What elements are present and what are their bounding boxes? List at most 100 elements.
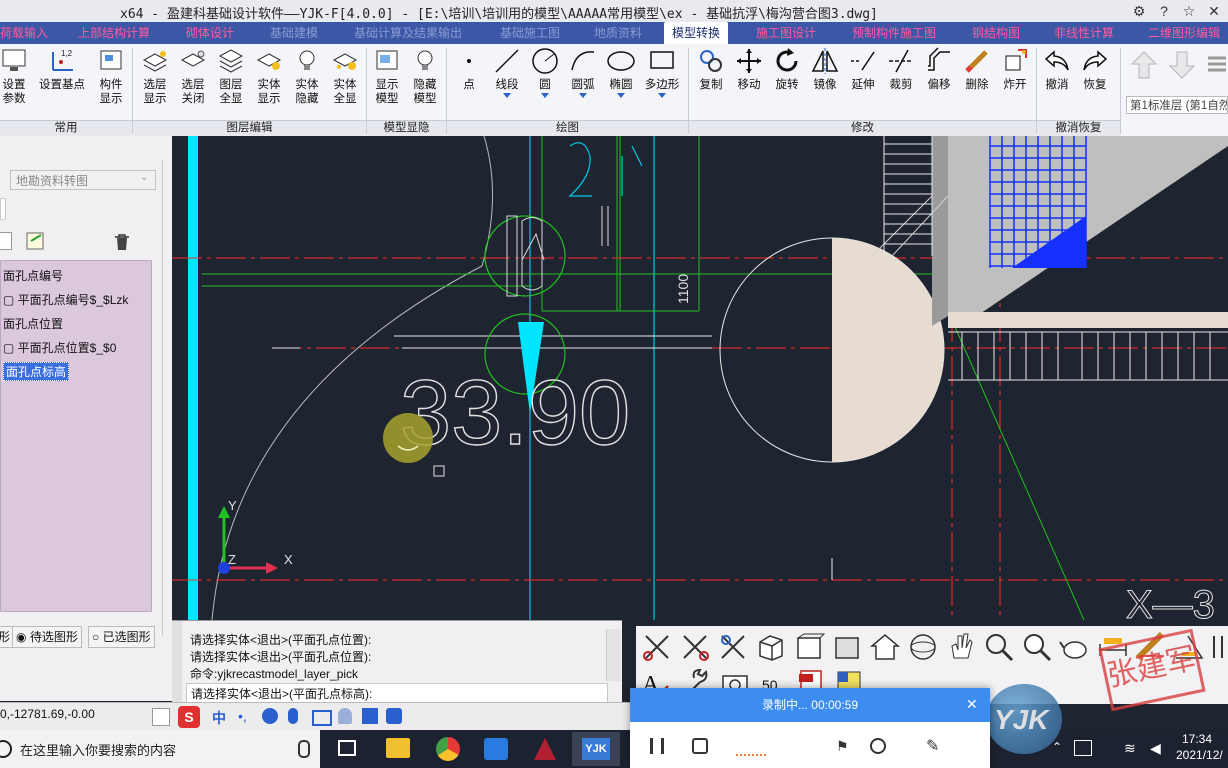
webcam-icon[interactable] <box>870 738 886 754</box>
ime-language[interactable]: 中 <box>212 708 226 728</box>
clock-date[interactable]: 2021/12/ <box>1176 748 1223 762</box>
copy-button[interactable]: 复制 <box>692 46 730 92</box>
radio-selected[interactable]: ○ 已选图形 <box>88 626 155 648</box>
chevron-down-icon[interactable]: ⌄ <box>140 172 148 183</box>
clock-time[interactable]: 17:34 <box>1182 732 1212 746</box>
layer-list[interactable]: 面孔点编号 ▢ 平面孔点编号$_$Lzk 面孔点位置 ▢ 平面孔点位置$_$0 … <box>0 260 152 612</box>
chevron-down-icon[interactable] <box>579 93 587 98</box>
ime-logo-icon[interactable]: S <box>178 706 200 728</box>
house-icon[interactable] <box>868 630 902 664</box>
help-icon[interactable]: ? <box>1155 2 1173 20</box>
skin-icon[interactable] <box>362 708 378 724</box>
floor-down-button[interactable] <box>1168 50 1196 80</box>
app-icon[interactable] <box>534 738 556 760</box>
tab-foundation-calc[interactable]: 基础计算及结果输出 <box>354 22 462 44</box>
set-base-point-button[interactable]: 1,2 设置基点 <box>36 46 88 92</box>
tab-load-input[interactable]: 荷载输入 <box>0 22 48 44</box>
set-params-button[interactable]: 设置 参数 <box>0 46 32 106</box>
move-button[interactable]: 移动 <box>730 46 768 92</box>
panel-tab[interactable] <box>0 198 6 220</box>
star-icon[interactable]: ☆ <box>1180 2 1198 20</box>
delete-button[interactable]: 删除 <box>958 46 996 92</box>
command-scrollbar[interactable] <box>606 629 621 681</box>
offset-button[interactable]: 偏移 <box>920 46 958 92</box>
zoom-icon[interactable] <box>1020 630 1054 664</box>
cut-icon[interactable] <box>678 630 712 664</box>
entity-all-button[interactable]: 实体 全显 <box>326 46 364 106</box>
task-view-icon[interactable] <box>338 740 356 756</box>
tab-masonry[interactable]: 砌体设计 <box>186 22 234 44</box>
floor-list-icon[interactable] <box>1206 50 1228 80</box>
tab-2d-edit[interactable]: 二维图形编辑 <box>1148 22 1220 44</box>
close-window-icon[interactable]: ✕ <box>1205 2 1223 20</box>
solid-box-icon[interactable] <box>830 630 864 664</box>
rotate-button[interactable]: 旋转 <box>768 46 806 92</box>
tab-nonlinear[interactable]: 非线性计算 <box>1054 22 1114 44</box>
tab-foundation-model[interactable]: 基础建模 <box>270 22 318 44</box>
extend-button[interactable]: 延伸 <box>844 46 882 92</box>
layer-all-show-button[interactable]: 图层 全显 <box>212 46 250 106</box>
tray-icon[interactable] <box>1074 740 1092 756</box>
cad-drawing[interactable]: 33.90 1100 Y Z X X—3 <box>172 135 1228 628</box>
stop-icon[interactable] <box>692 738 708 754</box>
list-item[interactable]: 面孔点编号 <box>3 267 63 284</box>
show-model-button[interactable]: 显示 模型 <box>368 46 406 106</box>
draw-circle-button[interactable]: 圆 <box>526 46 564 98</box>
emoji-icon[interactable] <box>262 708 278 724</box>
pen-icon[interactable]: ✎ <box>926 736 939 756</box>
toolbox-icon[interactable] <box>386 708 402 724</box>
drawing-canvas[interactable]: 33.90 1100 Y Z X X—3 <box>172 135 1228 628</box>
chevron-down-icon[interactable] <box>541 93 549 98</box>
tab-foundation-drawing[interactable]: 基础施工图 <box>500 22 560 44</box>
grid-toggle-icon[interactable] <box>152 708 170 726</box>
chevron-down-icon[interactable] <box>658 93 666 98</box>
command-input[interactable]: 请选择实体<退出>(平面孔点标高): <box>186 683 608 703</box>
entity-hide-button[interactable]: 实体 隐藏 <box>288 46 326 106</box>
zoom-extents-icon[interactable] <box>982 630 1016 664</box>
select-layer-show-button[interactable]: 选层 显示 <box>136 46 174 106</box>
chrome-icon[interactable] <box>436 737 460 761</box>
undo-button[interactable]: 撤消 <box>1038 46 1076 92</box>
punctuation-icon[interactable]: •, <box>238 708 247 724</box>
microphone-icon[interactable] <box>298 740 310 758</box>
chevron-down-icon[interactable] <box>503 93 511 98</box>
notification-icon[interactable]: ⚙ <box>1130 2 1148 20</box>
pan-hand-icon[interactable] <box>944 630 978 664</box>
component-show-button[interactable]: 构件 显示 <box>92 46 130 106</box>
command-grip[interactable] <box>172 621 182 706</box>
wifi-icon[interactable]: ≋ <box>1124 740 1136 757</box>
redo-button[interactable]: 恢复 <box>1076 46 1114 92</box>
list-item[interactable]: ▢ 平面孔点编号$_$Lzk <box>3 291 128 308</box>
search-box[interactable]: 在这里输入你要搜索的内容 <box>0 730 320 768</box>
list-item-selected[interactable]: 面孔点标高 <box>3 362 70 381</box>
draw-ellipse-button[interactable]: 椭圆 <box>602 46 640 98</box>
marker-icon[interactable]: ⚑ <box>836 738 852 754</box>
convert-type-select[interactable]: 地勘资料转图 <box>10 170 156 190</box>
entity-show-button[interactable]: 实体 显示 <box>250 46 288 106</box>
explode-button[interactable]: 炸开 <box>996 46 1034 92</box>
scissors-icon[interactable] <box>640 630 674 664</box>
floor-select[interactable]: 第1标准层 (第1自然 <box>1126 96 1228 114</box>
command-window[interactable]: 请选择实体<退出>(平面孔点位置): 请选择实体<退出>(平面孔点位置): 命令… <box>172 620 622 706</box>
floor-up-button[interactable] <box>1130 50 1158 80</box>
mirror-button[interactable]: 镜像 <box>806 46 844 92</box>
close-icon[interactable]: ✕ <box>966 696 978 713</box>
tab-model-convert[interactable]: 模型转换 <box>664 22 729 44</box>
draw-arc-button[interactable]: 圆弧 <box>564 46 602 98</box>
pause-icon[interactable] <box>650 738 664 754</box>
microphone-icon[interactable] <box>288 708 298 724</box>
trash-icon[interactable] <box>112 232 132 252</box>
user-icon[interactable] <box>338 708 352 724</box>
tab-upper-structure[interactable]: 上部结构计算 <box>78 22 150 44</box>
draw-point-button[interactable]: 点 <box>450 46 488 92</box>
list-item[interactable]: 面孔点位置 <box>3 315 63 332</box>
tab-construction-design[interactable]: 施工图设计 <box>756 22 816 44</box>
orbit-icon[interactable] <box>906 630 940 664</box>
list-item[interactable]: ▢ 平面孔点位置$_$0 <box>3 339 116 356</box>
chevron-up-icon[interactable]: ⌃ <box>1052 740 1062 754</box>
teapot-icon[interactable] <box>1058 630 1092 664</box>
tab-geology[interactable]: 地质资料 <box>594 22 642 44</box>
file-explorer-icon[interactable] <box>386 738 410 758</box>
yjk-taskbar-button[interactable]: YJK <box>572 732 620 766</box>
draw-line-button[interactable]: 线段 <box>488 46 526 98</box>
